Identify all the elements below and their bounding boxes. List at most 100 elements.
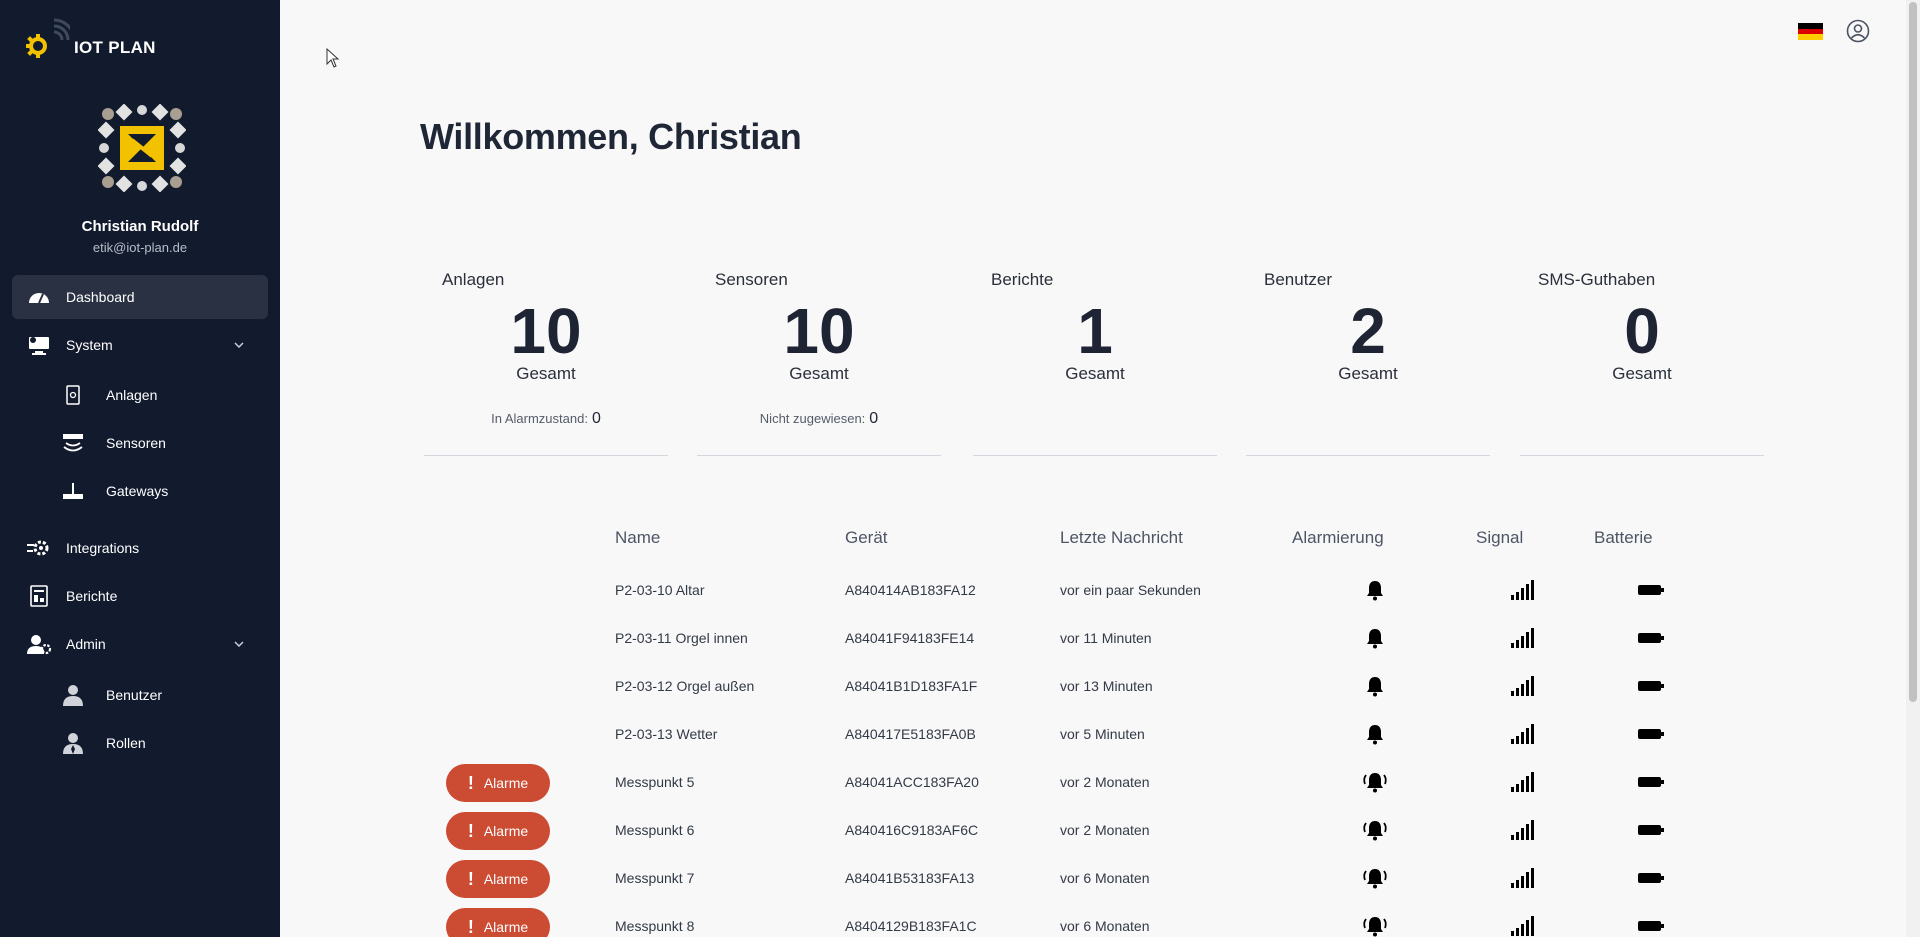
- stat-label: Anlagen: [442, 270, 505, 289]
- alarm-button[interactable]: ! Alarme: [446, 860, 550, 898]
- col-header-alarm[interactable]: Alarmierung: [1292, 528, 1384, 548]
- battery-icon: [1636, 854, 1666, 902]
- stat-sub-label: In Alarmzustand:: [491, 411, 588, 426]
- signal-icon: [1508, 758, 1538, 806]
- cell-device: A84041ACC183FA20: [845, 774, 979, 790]
- stat-sub: In Alarmzustand: 0: [424, 410, 668, 428]
- col-header-last-message[interactable]: Letzte Nachricht: [1060, 528, 1183, 548]
- logo-icon: [26, 18, 70, 58]
- signal-icon: [1508, 854, 1538, 902]
- signal-icon: [1508, 902, 1538, 937]
- col-header-signal[interactable]: Signal: [1476, 528, 1523, 548]
- battery-icon: [1636, 566, 1666, 614]
- gauge-icon: [26, 284, 52, 310]
- stat-total: Gesamt: [516, 364, 576, 383]
- nav-integrations[interactable]: Integrations: [12, 526, 268, 570]
- bell-ring-icon: [1358, 902, 1392, 937]
- stat-card-sensoren: Sensoren 10 Gesamt Nicht zugewiesen: 0: [697, 266, 941, 456]
- nav-label: Benutzer: [106, 687, 163, 703]
- nav-benutzer[interactable]: Benutzer: [60, 675, 260, 715]
- cell-name: Messpunkt 6: [615, 822, 695, 838]
- chevron-down-icon: [234, 638, 250, 650]
- cell-device: A84041B1D183FA1F: [845, 678, 978, 694]
- cell-device: A840414AB183FA12: [845, 582, 976, 598]
- stat-label: Benutzer: [1264, 270, 1333, 289]
- col-header-battery[interactable]: Batterie: [1594, 528, 1653, 548]
- table-row[interactable]: ! Alarme Messpunkt 5 A84041ACC183FA20 vor 2 …: [440, 758, 1700, 806]
- bell-icon: [1358, 710, 1392, 758]
- table-row[interactable]: P2-03-12 Orgel außen A84041B1D183FA1F vor …: [440, 662, 1700, 710]
- sidebar: IOT PLAN Christian Rudolf etik@iot-plan.…: [0, 0, 280, 937]
- nav-label: Admin: [66, 636, 106, 652]
- bell-icon: [1358, 614, 1392, 662]
- stat-card-berichte: Berichte 1 Gesamt: [973, 266, 1217, 456]
- cell-device: A8404129B183FA1C: [845, 918, 977, 934]
- cell-name: Messpunkt 8: [615, 918, 695, 934]
- logo[interactable]: IOT PLAN: [24, 18, 156, 58]
- alarm-button-label: Alarme: [483, 775, 529, 791]
- cell-last-message: vor 6 Monaten: [1060, 870, 1150, 886]
- cell-last-message: vor 11 Minuten: [1060, 630, 1152, 646]
- nav-sensoren[interactable]: Sensoren: [60, 423, 260, 463]
- exclamation-icon: !: [467, 916, 474, 937]
- cell-last-message: vor 2 Monaten: [1060, 774, 1150, 790]
- alarm-button[interactable]: ! Alarme: [446, 908, 550, 937]
- nav-system[interactable]: System: [12, 323, 268, 367]
- report-icon: [26, 583, 52, 609]
- nav-label: System: [66, 337, 113, 353]
- table-row[interactable]: P2-03-13 Wetter A840417E5183FA0B vor 5 Min…: [440, 710, 1700, 758]
- nav-berichte[interactable]: Berichte: [12, 574, 268, 618]
- stat-total: Gesamt: [1612, 364, 1672, 383]
- cell-last-message: vor 2 Monaten: [1060, 822, 1150, 838]
- user-name: Christian Rudolf: [81, 218, 199, 235]
- cell-name: Messpunkt 7: [615, 870, 695, 886]
- stat-value: 1: [1077, 295, 1113, 367]
- table-row[interactable]: P2-03-11 Orgel innen A84041F94183FE14 vor …: [440, 614, 1700, 662]
- nav-gateways[interactable]: Gateways: [60, 471, 260, 511]
- panel-icon: [60, 382, 86, 408]
- exclamation-icon: !: [467, 820, 474, 841]
- stat-sub-value: 0: [591, 410, 601, 427]
- cell-last-message: vor 6 Monaten: [1060, 918, 1150, 934]
- table-row[interactable]: ! Alarme Messpunkt 6 A840416C9183AF6C vor 2 …: [440, 806, 1700, 854]
- account-icon[interactable]: [1846, 19, 1870, 43]
- language-flag[interactable]: [1798, 23, 1823, 40]
- table-row[interactable]: ! Alarme Messpunkt 8 A8404129B183FA1C vor 6 …: [440, 902, 1700, 937]
- stat-total: Gesamt: [1338, 364, 1398, 383]
- cell-name: Messpunkt 5: [615, 774, 695, 790]
- nav-anlagen[interactable]: Anlagen: [60, 375, 260, 415]
- nav-label: Integrations: [66, 540, 140, 556]
- nav-rollen[interactable]: Rollen: [60, 723, 260, 763]
- battery-icon: [1636, 614, 1666, 662]
- stat-label: Berichte: [991, 270, 1054, 289]
- scrollbar-thumb[interactable]: [1909, 2, 1917, 702]
- stat-card-sms: SMS-Guthaben 0 Gesamt: [1520, 266, 1764, 456]
- signal-icon: [1508, 614, 1538, 662]
- nav-dashboard[interactable]: Dashboard: [12, 275, 268, 319]
- table-row[interactable]: ! Alarme Messpunkt 7 A84041B53183FA13 vor 6 …: [440, 854, 1700, 902]
- nav-label: Gateways: [106, 483, 169, 499]
- alarm-button[interactable]: ! Alarme: [446, 764, 550, 802]
- stat-card-benutzer: Benutzer 2 Gesamt: [1246, 266, 1490, 456]
- stat-total: Gesamt: [1065, 364, 1125, 383]
- cell-name: P2-03-11 Orgel innen: [615, 630, 748, 646]
- signal-icon: [1508, 566, 1538, 614]
- battery-icon: [1636, 710, 1666, 758]
- stat-value: 10: [783, 295, 855, 367]
- monitor-icon: [26, 332, 52, 358]
- scrollbar[interactable]: [1906, 0, 1920, 937]
- table-row[interactable]: P2-03-10 Altar A840414AB183FA12 vor ein pa…: [440, 566, 1700, 614]
- page-title: Willkommen, Christian: [420, 116, 802, 157]
- router-icon: [60, 478, 86, 504]
- logo-text: IOT PLAN: [74, 38, 156, 57]
- nav-admin[interactable]: Admin: [12, 622, 268, 666]
- col-header-name[interactable]: Name: [615, 528, 660, 548]
- avatar: [98, 104, 186, 192]
- alarm-button[interactable]: ! Alarme: [446, 812, 550, 850]
- alarm-button-label: Alarme: [483, 919, 529, 935]
- col-header-device[interactable]: Gerät: [845, 528, 888, 548]
- bell-ring-icon: [1358, 806, 1392, 854]
- battery-icon: [1636, 662, 1666, 710]
- cursor-icon: [326, 48, 340, 68]
- sensor-icon: [60, 430, 86, 456]
